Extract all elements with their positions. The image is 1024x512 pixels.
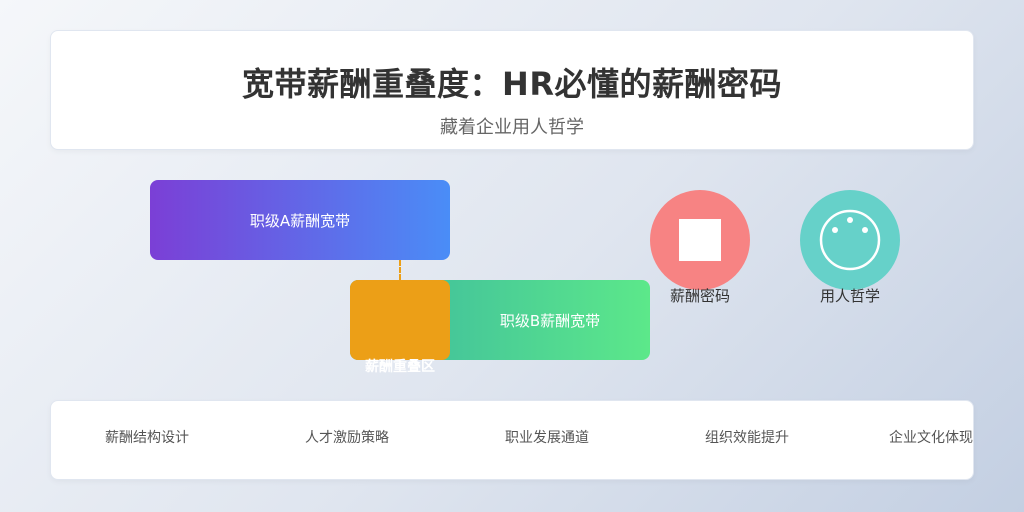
footer-card: 薪酬结构设计 人才激励策略 职业发展通道 组织效能提升 企业文化体现 [50, 400, 974, 480]
header-card: 宽带薪酬重叠度：HR必懂的薪酬密码 藏着企业用人哲学 [50, 30, 974, 150]
salary-code-label: 薪酬密码 [669, 287, 730, 305]
overlap-label: 薪酬重叠区 [365, 359, 435, 375]
overlap-zone [350, 280, 450, 360]
tag-label: 职业发展通道 [505, 430, 589, 446]
tag-item: 职业发展通道 [501, 427, 589, 447]
band-a-label: 职级A薪酬宽带 [249, 211, 351, 230]
tag-label: 人才激励策略 [305, 430, 389, 446]
page-title: 宽带薪酬重叠度：HR必懂的薪酬密码 [242, 65, 782, 103]
tag-label: 企业文化体现 [889, 430, 973, 446]
face-ring-icon [819, 209, 881, 271]
tag-label: 组织效能提升 [705, 430, 789, 446]
tag-item: 组织效能提升 [701, 427, 789, 447]
band-a-box: 职级A薪酬宽带 [150, 180, 450, 260]
tag-item: 薪酬结构设计 [101, 427, 189, 447]
page-subtitle: 藏着企业用人哲学 [440, 117, 584, 138]
connector-dashed-line [399, 260, 401, 280]
philosophy-label: 用人哲学 [819, 287, 880, 305]
philosophy-circle [800, 190, 900, 290]
square-icon [679, 219, 721, 261]
band-b-label: 职级B薪酬宽带 [499, 311, 601, 330]
tag-item: 人才激励策略 [301, 427, 389, 447]
tag-item: 企业文化体现 [885, 427, 973, 447]
tag-label: 薪酬结构设计 [105, 430, 189, 446]
salary-code-circle [650, 190, 750, 290]
